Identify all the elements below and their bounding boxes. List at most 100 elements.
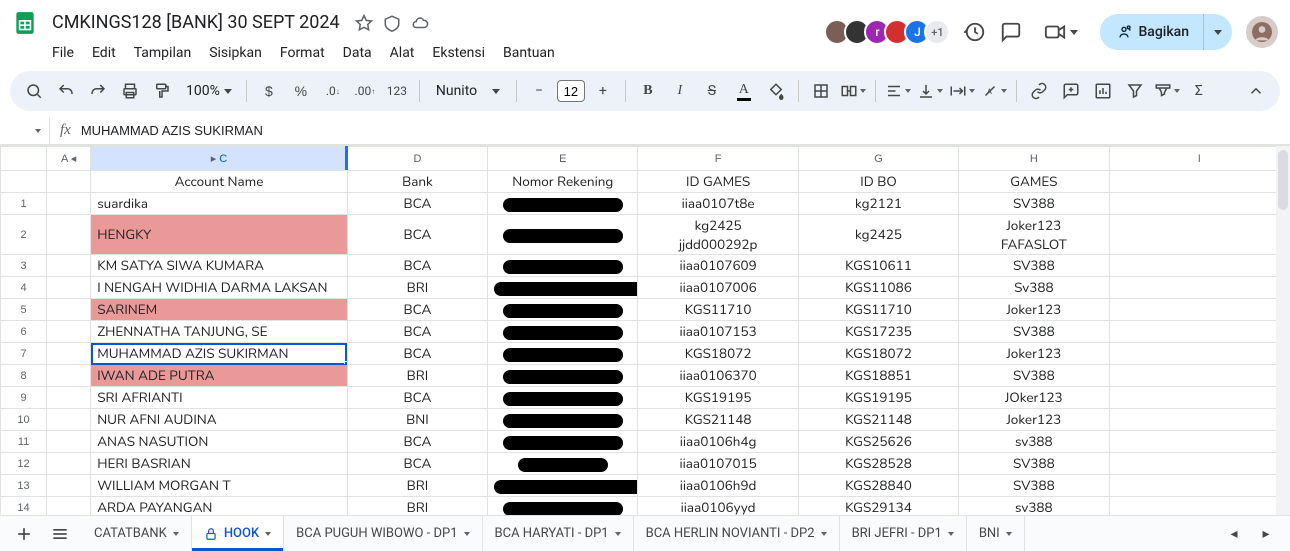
row-header[interactable]: 9 xyxy=(1,387,47,409)
cell-idgames[interactable]: iiaa0106370 xyxy=(638,365,798,387)
sheet-tab[interactable]: HOOK xyxy=(192,516,284,551)
sheet-tab-dropdown[interactable] xyxy=(948,532,954,536)
row-header[interactable]: 14 xyxy=(1,497,47,516)
font-select[interactable]: Nunito xyxy=(428,83,508,99)
menu-file[interactable]: File xyxy=(44,41,82,65)
row-header[interactable]: 3 xyxy=(1,255,47,277)
cell-idgames[interactable]: KGS21148 xyxy=(638,409,798,431)
cell-games[interactable]: Joker123 xyxy=(959,299,1109,321)
menu-edit[interactable]: Edit xyxy=(84,41,124,65)
cell-idbo[interactable]: KGS10611 xyxy=(798,255,958,277)
cell-games[interactable]: sv388 xyxy=(959,497,1109,516)
fill-color-icon[interactable] xyxy=(762,77,790,105)
cell-rekening[interactable] xyxy=(488,365,638,387)
row-header[interactable]: 2 xyxy=(1,215,47,255)
cell-idbo[interactable]: KGS17235 xyxy=(798,321,958,343)
cell-idgames[interactable]: iiaa0106h9d xyxy=(638,475,798,497)
cell-idgames[interactable]: iiaa0107t8e xyxy=(638,193,798,215)
cell-rekening[interactable] xyxy=(488,387,638,409)
cell-account[interactable]: IWAN ADE PUTRA xyxy=(91,365,348,387)
cell-games[interactable]: Joker123FAFASLOT xyxy=(959,215,1109,255)
cell-idbo[interactable]: KGS18072 xyxy=(798,343,958,365)
cell-rekening[interactable] xyxy=(488,193,638,215)
cell-games[interactable]: SV388 xyxy=(959,453,1109,475)
share-button[interactable]: Bagikan xyxy=(1100,14,1203,50)
account-avatar[interactable] xyxy=(1246,16,1278,48)
halign-icon[interactable] xyxy=(884,77,912,105)
zoom-select[interactable]: 100% xyxy=(180,83,238,99)
sheet-tab[interactable]: BNI xyxy=(967,516,1025,551)
cell-rekening[interactable] xyxy=(488,299,638,321)
share-dropdown[interactable] xyxy=(1203,14,1232,50)
percent-icon[interactable]: % xyxy=(287,77,315,105)
cell-bank[interactable]: BCA xyxy=(347,387,487,409)
cell-idgames[interactable]: iiaa0106h4g xyxy=(638,431,798,453)
cell-account[interactable]: NUR AFNI AUDINA xyxy=(91,409,348,431)
cell-rekening[interactable] xyxy=(488,453,638,475)
insert-comment-icon[interactable] xyxy=(1057,77,1085,105)
cell-games[interactable]: sv388 xyxy=(959,431,1109,453)
cell-account[interactable]: suardika xyxy=(91,193,348,215)
wrap-icon[interactable] xyxy=(948,77,976,105)
sheet-tab-dropdown[interactable] xyxy=(173,532,179,536)
sheet-tab[interactable]: BCA HARYATI - DP1 xyxy=(483,516,634,551)
cell-account[interactable]: KM SATYA SIWA KUMARA xyxy=(91,255,348,277)
menu-data[interactable]: Data xyxy=(335,41,380,65)
cell-account[interactable]: ANAS NASUTION xyxy=(91,431,348,453)
cell-idbo[interactable]: kg2121 xyxy=(798,193,958,215)
cell-games[interactable]: SV388 xyxy=(959,321,1109,343)
cell-idbo[interactable]: KGS29134 xyxy=(798,497,958,516)
sheet-tab[interactable]: BCA HERLIN NOVIANTI - DP2 xyxy=(634,516,840,551)
cell-rekening[interactable] xyxy=(488,215,638,255)
row-header[interactable]: 1 xyxy=(1,193,47,215)
merge-icon[interactable] xyxy=(839,77,867,105)
cell-games[interactable]: Joker123 xyxy=(959,343,1109,365)
scroll-tabs-left-icon[interactable]: ◂ xyxy=(1220,520,1248,548)
header-games[interactable]: GAMES xyxy=(959,171,1109,193)
scroll-tabs-right-icon[interactable]: ▸ xyxy=(1252,520,1280,548)
currency-icon[interactable]: $ xyxy=(255,77,283,105)
sheets-logo[interactable] xyxy=(12,10,38,36)
col-A[interactable]: A ◂ xyxy=(47,147,91,171)
select-all[interactable] xyxy=(1,147,47,171)
fontsize-decrease[interactable]: − xyxy=(525,77,553,105)
col-H[interactable]: H xyxy=(959,147,1109,171)
spreadsheet-grid[interactable]: A ◂ ▸ C D E F G H I Account Name Bank No… xyxy=(0,146,1290,515)
menu-insert[interactable]: Sisipkan xyxy=(201,41,270,65)
filter-views-icon[interactable] xyxy=(1153,77,1181,105)
header-idbo[interactable]: ID BO xyxy=(798,171,958,193)
row-header[interactable]: 6 xyxy=(1,321,47,343)
cell-rekening[interactable] xyxy=(488,475,638,497)
move-icon[interactable] xyxy=(383,14,401,36)
row-header[interactable]: 8 xyxy=(1,365,47,387)
cell-idbo[interactable]: KGS18851 xyxy=(798,365,958,387)
cell-idbo[interactable]: KGS21148 xyxy=(798,409,958,431)
collaborator-avatars[interactable]: rJ+1 xyxy=(830,19,950,45)
cell-bank[interactable]: BCA xyxy=(347,193,487,215)
fontsize-increase[interactable]: + xyxy=(589,77,617,105)
more-collaborators[interactable]: +1 xyxy=(924,19,950,45)
italic-icon[interactable]: I xyxy=(666,77,694,105)
cell-bank[interactable]: BNI xyxy=(347,409,487,431)
valign-icon[interactable] xyxy=(916,77,944,105)
paint-format-icon[interactable] xyxy=(148,77,176,105)
meet-button[interactable] xyxy=(1036,15,1086,49)
cell-idbo[interactable]: KGS25626 xyxy=(798,431,958,453)
borders-icon[interactable] xyxy=(807,77,835,105)
functions-icon[interactable]: Σ xyxy=(1185,77,1213,105)
cell-account[interactable]: MUHAMMAD AZIS SUKIRMAN xyxy=(91,343,348,365)
sheet-tab[interactable]: CATATBANK xyxy=(82,516,192,551)
cell-idbo[interactable]: KGS19195 xyxy=(798,387,958,409)
cell-account[interactable]: HERI BASRIAN xyxy=(91,453,348,475)
col-D[interactable]: D xyxy=(347,147,487,171)
cell-idgames[interactable]: KGS19195 xyxy=(638,387,798,409)
filter-icon[interactable] xyxy=(1121,77,1149,105)
cell-games[interactable]: Sv388 xyxy=(959,277,1109,299)
cell-bank[interactable]: BCA xyxy=(347,343,487,365)
name-box[interactable] xyxy=(0,117,50,144)
cell-idgames[interactable]: KGS11710 xyxy=(638,299,798,321)
more-formats[interactable]: 123 xyxy=(383,77,411,105)
cell-idgames[interactable]: KGS18072 xyxy=(638,343,798,365)
sheet-tab-dropdown[interactable] xyxy=(821,532,827,536)
formula-content[interactable]: MUHAMMAD AZIS SUKIRMAN xyxy=(81,123,263,138)
